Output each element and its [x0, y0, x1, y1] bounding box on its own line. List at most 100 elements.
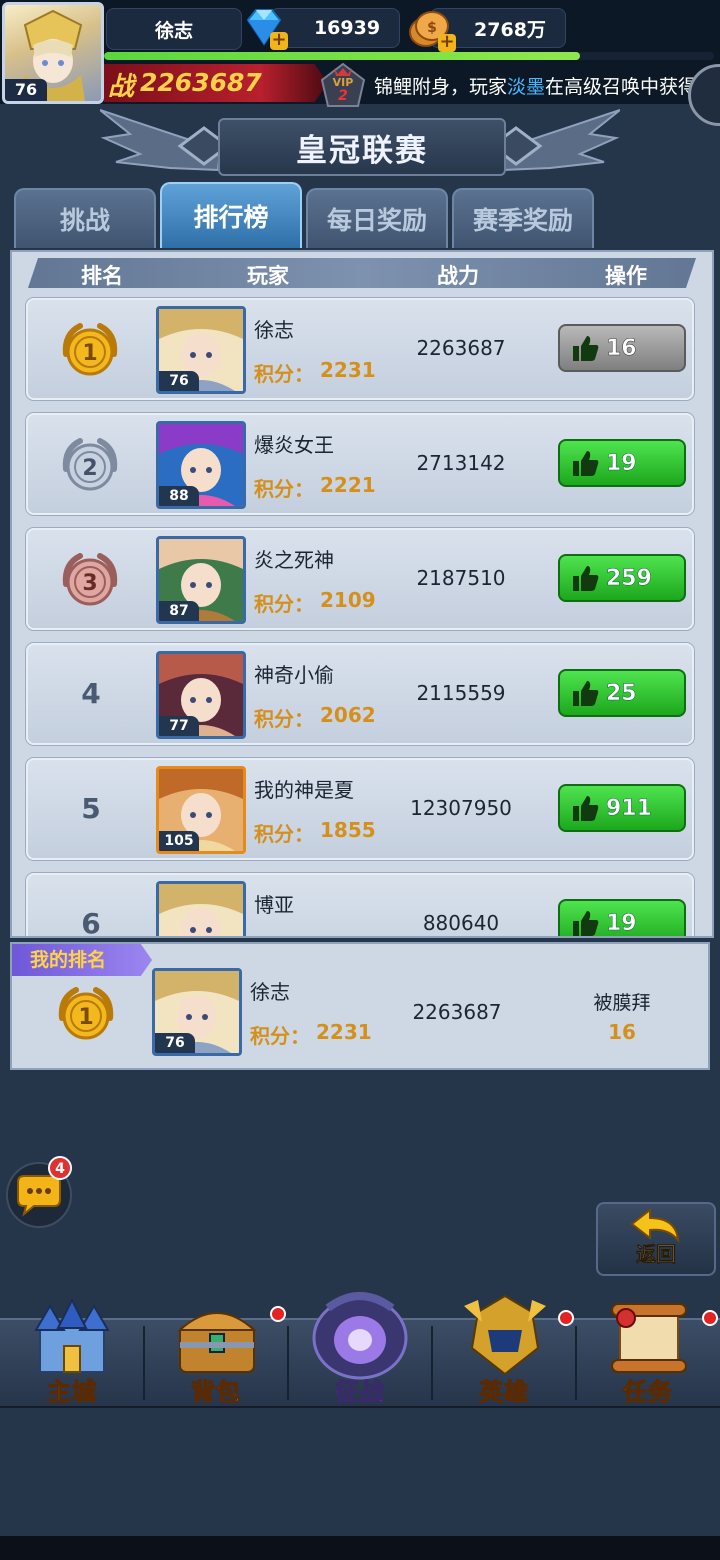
player-avatar[interactable]: 76: [2, 2, 104, 104]
player-avatar[interactable]: 76: [156, 306, 246, 394]
tab-challenge[interactable]: 挑战: [14, 188, 156, 248]
player-name: 神奇小偷: [254, 663, 334, 687]
rank-medal-icon: 3: [62, 553, 118, 606]
like-button[interactable]: 19: [558, 439, 686, 487]
table-row: 6 博亚 880640 19: [26, 873, 694, 938]
score-value: 1855: [320, 818, 376, 842]
table-row: 3 87 炎之死神 积分： 2109 2187510 259: [26, 528, 694, 630]
nav-quests[interactable]: 任务: [576, 1298, 720, 1407]
rank-medal-icon: 1: [62, 323, 118, 376]
nav-campaign[interactable]: 征战: [288, 1292, 432, 1407]
back-button[interactable]: 返回: [596, 1202, 716, 1276]
my-score-label: 积分：: [250, 1024, 310, 1048]
nav-heroes[interactable]: 英雄: [432, 1294, 576, 1407]
table-row: 5 105 我的神是夏 积分： 1855 12307950 911: [26, 758, 694, 860]
combat-power-bar: 战 2263687: [104, 64, 328, 102]
player-name: 博亚: [254, 893, 294, 917]
header-rank: 排名: [81, 264, 123, 288]
tab-season-rewards[interactable]: 赛季奖励: [452, 188, 594, 248]
tab-daily-rewards[interactable]: 每日奖励: [306, 188, 448, 248]
system-bottom-strip: [0, 1536, 720, 1560]
player-level-badge: 105: [159, 831, 199, 851]
my-power-value: 2263687: [412, 1000, 502, 1024]
marquee-player-name: 淡墨: [507, 76, 546, 98]
page-title: 皇冠联赛: [218, 118, 506, 176]
combat-power-icon: 战: [108, 72, 135, 102]
header-player: 玩家: [247, 264, 289, 288]
thumbs-up-icon: [573, 336, 599, 361]
my-rank-tag: 我的排名: [12, 944, 152, 976]
backpack-notification-dot: [270, 1306, 286, 1322]
my-avatar[interactable]: 76: [152, 968, 242, 1056]
my-player-name: 徐志: [250, 980, 290, 1004]
like-button[interactable]: 911: [558, 784, 686, 832]
score-value: 2231: [320, 358, 376, 382]
rank-medal-icon: 3: [58, 550, 122, 614]
power-value: 880640: [422, 911, 500, 935]
rank-number: 5: [81, 792, 101, 825]
rank-medal-icon: 1: [58, 320, 122, 384]
rank-number: 4: [81, 677, 101, 710]
player-avatar[interactable]: 88: [156, 421, 246, 509]
like-button[interactable]: 19: [558, 899, 686, 936]
leaderboard-panel[interactable]: 排名 玩家 战力 操作 1 76 徐志 积分： 2231 2263687 16 2 88 爆炎女王…: [10, 250, 714, 938]
combat-power-value: 2263687: [140, 68, 262, 97]
announcement-marquee: 锦鲤附身，玩家淡墨在高级召唤中获得: [374, 72, 720, 106]
like-count: 911: [606, 795, 652, 821]
player-avatar[interactable]: [156, 881, 246, 936]
header-action: 操作: [605, 264, 647, 288]
power-value: 2263687: [416, 336, 506, 360]
diamond-count: 16939: [270, 8, 400, 48]
diamond-add-button[interactable]: +: [242, 6, 288, 50]
my-score-value: 2231: [316, 1020, 372, 1044]
like-count: 19: [606, 910, 637, 936]
chest-icon: [177, 1312, 257, 1373]
score-value: 2062: [320, 703, 376, 727]
thumbs-up-icon: [573, 911, 599, 936]
nav-label: 英雄: [479, 1378, 529, 1407]
like-button[interactable]: 259: [558, 554, 686, 602]
like-count: 16: [606, 335, 637, 361]
score-label: 积分：: [254, 822, 314, 846]
player-name: 爆炎女王: [254, 433, 334, 457]
gold-add-button[interactable]: $ +: [406, 4, 456, 52]
player-level-badge: 76: [159, 371, 199, 391]
experience-fill: [104, 52, 580, 60]
player-avatar[interactable]: 87: [156, 536, 246, 624]
rank-number: 6: [81, 907, 101, 938]
marquee-text-pre: 锦鲤附身，玩家: [374, 76, 508, 98]
chat-unread-badge: 4: [48, 1156, 72, 1180]
svg-text:3: 3: [82, 571, 97, 596]
like-button[interactable]: 16: [558, 324, 686, 372]
table-row: 2 88 爆炎女王 积分： 2221 2713142 19: [26, 413, 694, 515]
nav-label: 任务: [623, 1378, 673, 1407]
player-avatar[interactable]: 77: [156, 651, 246, 739]
plus-icon: +: [438, 31, 456, 52]
rank-medal-icon: 2: [62, 438, 118, 491]
nav-main-city[interactable]: 主城: [0, 1298, 144, 1407]
nav-label: 主城: [47, 1378, 97, 1407]
column-header-row: 排名 玩家 战力 操作: [28, 258, 696, 288]
like-count: 259: [606, 565, 652, 591]
player-avatar[interactable]: 105: [156, 766, 246, 854]
plus-icon: +: [270, 29, 288, 50]
score-label: 积分：: [254, 592, 314, 616]
nav-label: 征战: [335, 1378, 385, 1407]
player-name: 徐志: [106, 8, 242, 50]
thumbs-up-icon: [573, 796, 599, 821]
vip-button[interactable]: VIP 2: [320, 62, 366, 108]
svg-text:1: 1: [82, 341, 97, 366]
tab-leaderboard[interactable]: 排行榜: [160, 182, 302, 248]
worship-label: 被膜拜: [593, 992, 651, 1014]
thumbs-up-icon: [573, 681, 599, 706]
heroes-notification-dot: [558, 1310, 574, 1326]
thumbs-up-icon: [573, 566, 599, 591]
like-count: 19: [606, 450, 637, 476]
scroll-icon: [611, 1303, 687, 1373]
like-button[interactable]: 25: [558, 669, 686, 717]
player-level-badge: 77: [159, 716, 199, 736]
worship-count: 16: [608, 1020, 636, 1044]
nav-backpack[interactable]: 背包: [144, 1298, 288, 1407]
player-name: 我的神是夏: [254, 778, 354, 802]
header-power: 战力: [437, 264, 479, 288]
